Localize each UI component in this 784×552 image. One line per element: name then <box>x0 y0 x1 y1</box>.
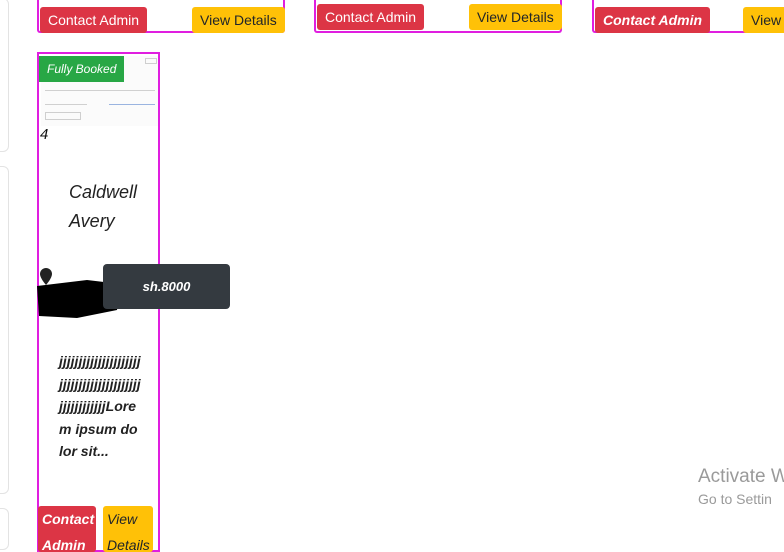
thumbnail-detail <box>45 90 155 91</box>
thumbnail-detail <box>45 112 81 120</box>
listing-card-main: Fully Booked 4 Caldwell Avery sh.8000 jj… <box>37 52 230 552</box>
contact-admin-button[interactable]: Contact Admin <box>317 4 425 30</box>
listing-card: Contact Admin View Details <box>314 0 562 33</box>
thumbnail-detail <box>109 104 155 105</box>
listing-card: Contact Admin View Details <box>37 0 285 33</box>
contact-admin-button[interactable]: Contact Admin <box>40 7 148 33</box>
view-details-button[interactable]: View Details <box>103 506 153 552</box>
watermark-subtitle: Go to Settin <box>698 491 772 507</box>
offscreen-card-edge <box>0 166 9 494</box>
offscreen-card-edge <box>0 0 9 152</box>
listing-card: Contact Admin View <box>592 0 784 33</box>
contact-admin-button[interactable]: Contact Admin <box>38 506 96 552</box>
contact-admin-button[interactable]: Contact Admin <box>595 7 711 33</box>
price-tag: sh.8000 <box>103 264 230 309</box>
offscreen-card-edge <box>0 508 9 550</box>
listing-name: Caldwell Avery <box>69 182 138 231</box>
listing-description: jjjjjjjjjjjjjjjjjjjjjjjjjjjjjjjjjjjjjjjj… <box>59 353 141 459</box>
view-details-button[interactable]: View Details <box>469 4 562 30</box>
view-details-button[interactable]: View Details <box>192 7 285 33</box>
fully-booked-badge: Fully Booked <box>39 56 125 82</box>
listing-number: 4 <box>40 126 49 143</box>
watermark-title: Activate W <box>698 466 784 487</box>
thumbnail-detail <box>145 58 157 64</box>
view-details-button[interactable]: View <box>743 7 784 33</box>
thumbnail-detail <box>45 104 87 105</box>
activation-watermark: Activate W Go to Settin <box>698 466 784 510</box>
